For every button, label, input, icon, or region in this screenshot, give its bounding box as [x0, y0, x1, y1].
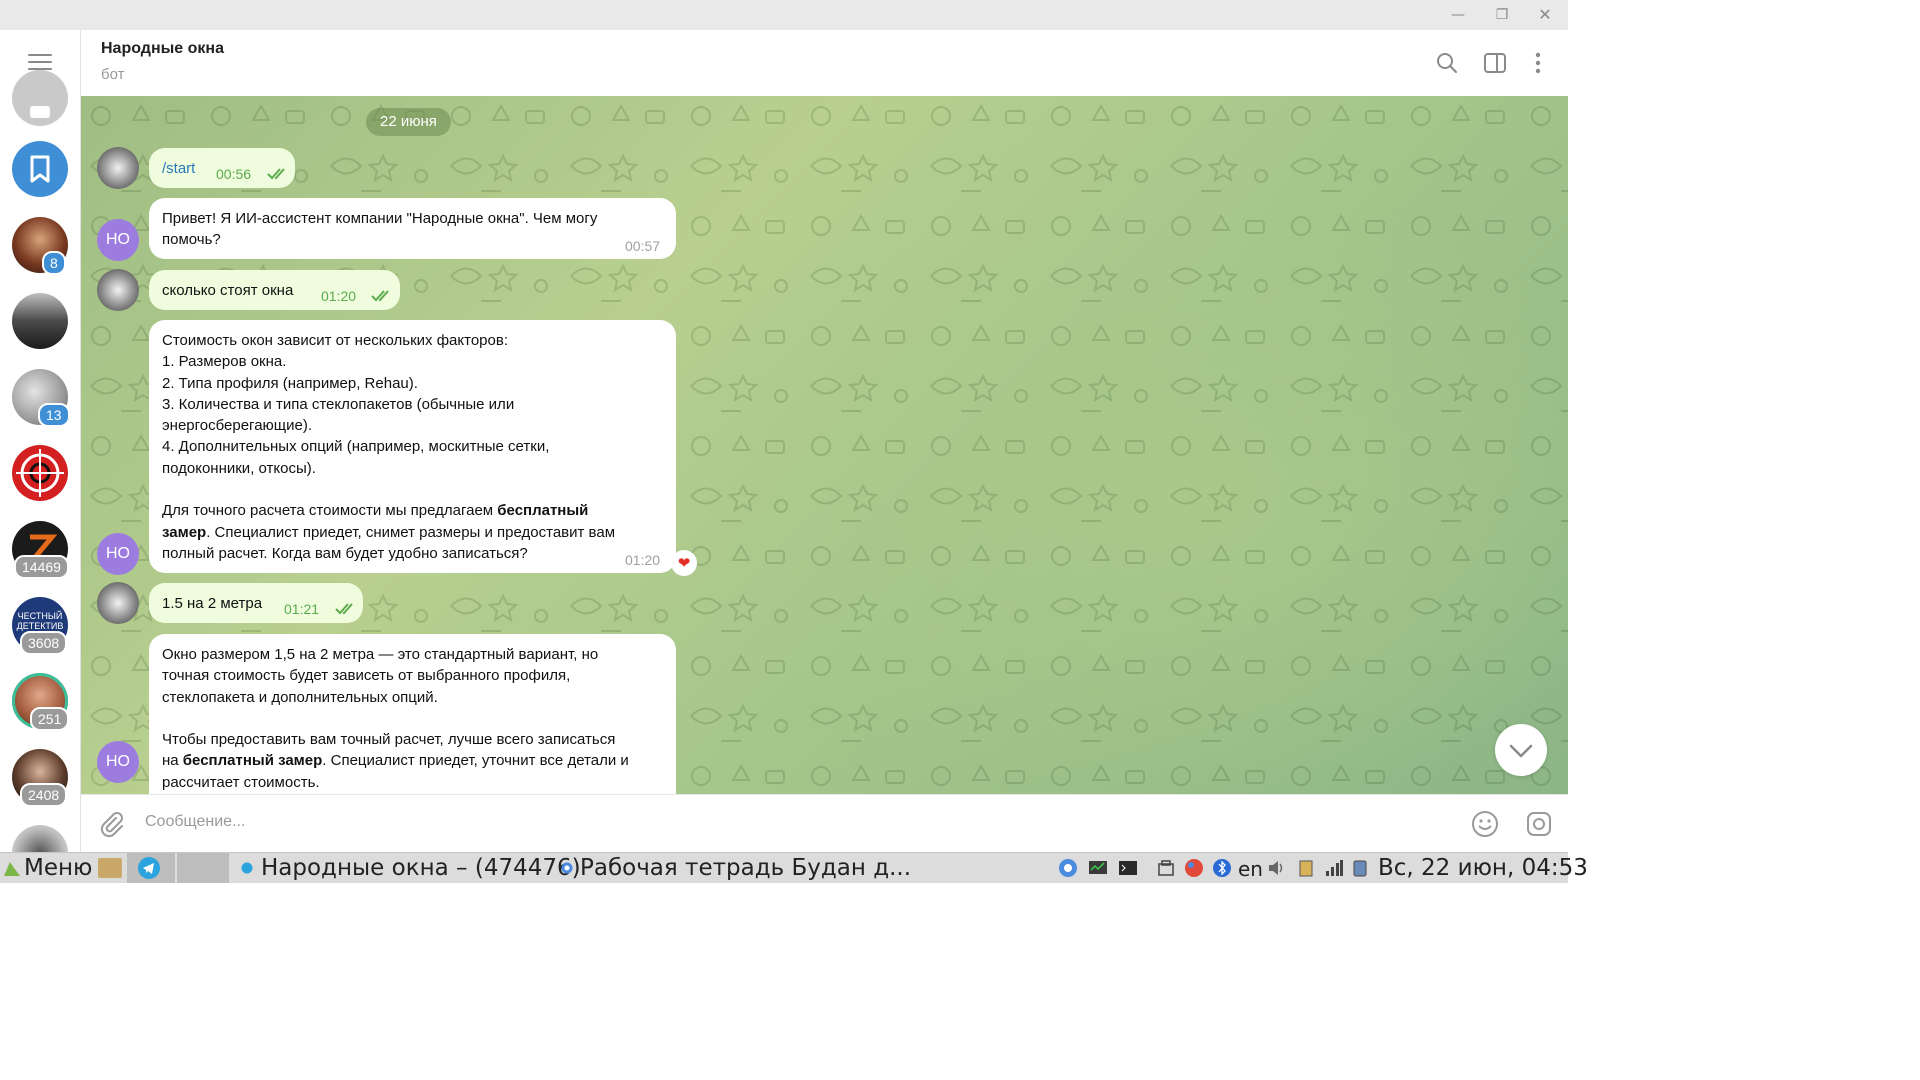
bot-avatar[interactable]: НО	[97, 219, 139, 261]
battery-icon[interactable]	[1350, 858, 1370, 878]
volume-icon[interactable]	[1266, 858, 1286, 878]
bot-avatar[interactable]: НО	[97, 533, 139, 575]
clipboard-icon[interactable]	[1296, 858, 1316, 878]
menu-icon[interactable]	[28, 54, 52, 70]
read-checkmarks-icon	[267, 168, 285, 180]
message-text[interactable]: Привет! Я ИИ-ассистент компании "Народны…	[162, 208, 597, 251]
sidebar-chat-saved-messages[interactable]	[12, 141, 68, 197]
message-time: 01:20	[625, 552, 661, 568]
maximize-icon[interactable]: ❐	[1490, 4, 1514, 26]
message-bubble-outgoing[interactable]: 1.5 на 2 метра 01:21	[149, 583, 363, 623]
message-bubble-outgoing[interactable]: /start 00:56	[149, 148, 295, 188]
target-icon	[16, 449, 64, 497]
more-vertical-icon[interactable]	[1525, 50, 1551, 76]
taskbar-window-browser[interactable]: Рабочая тетрадь Будан д...	[580, 855, 911, 881]
unread-badge: 251	[30, 707, 70, 731]
bot-avatar[interactable]: НО	[97, 741, 139, 783]
telegram-small-icon	[241, 862, 253, 874]
sidebar-chat-9[interactable]	[12, 825, 68, 852]
sidebar-chat-4[interactable]	[12, 445, 68, 501]
user-avatar[interactable]	[97, 269, 139, 311]
chat-title: Народные окна	[101, 40, 224, 57]
read-checkmarks-icon	[371, 290, 389, 302]
message-bubble-incoming[interactable]: Стоимость окон зависит от нескольких фак…	[149, 320, 676, 573]
telegram-icon	[138, 857, 160, 879]
read-checkmarks-icon	[335, 603, 353, 615]
message-text[interactable]: /start	[162, 158, 195, 179]
message-bubble-incoming[interactable]: Окно размером 1,5 на 2 метра — это станд…	[149, 634, 676, 794]
message-area[interactable]: 22 июня /start 00:56 НО Привет! Я ИИ-асс…	[81, 96, 1568, 794]
unread-badge: 3608	[20, 631, 68, 655]
video-message-icon[interactable]	[1524, 809, 1554, 839]
message-input[interactable]: Сообщение...	[145, 813, 245, 831]
chat-header[interactable]: Народные окна бот	[81, 30, 1568, 97]
search-icon[interactable]	[1434, 50, 1460, 76]
close-icon[interactable]: ✕	[1533, 4, 1557, 26]
chat-list-sidebar: 8 13 14469 ЧЕСТНЫЙ ДЕТЕКТИВ 3608 251 240…	[0, 30, 81, 852]
chevron-down-icon	[1509, 744, 1533, 758]
message-text[interactable]: сколько стоят окна	[162, 280, 293, 301]
message-time: 00:57	[625, 238, 661, 254]
clock[interactable]: Вс, 22 июн, 04:53	[1378, 855, 1588, 881]
message-text[interactable]: 1.5 на 2 метра	[162, 593, 262, 614]
network-monitor-icon[interactable]	[1088, 858, 1108, 878]
chat-logo-text: ЧЕСТНЫЙ ДЕТЕКТИВ	[16, 611, 64, 631]
message-time: 01:21	[284, 601, 320, 617]
start-menu-icon	[4, 862, 20, 876]
message-composer: Сообщение...	[81, 794, 1568, 853]
keyboard-layout[interactable]: en	[1238, 857, 1263, 881]
chat-subtitle: бот	[101, 66, 125, 83]
user-avatar[interactable]	[97, 147, 139, 189]
date-separator: 22 июня	[366, 108, 451, 136]
signal-strength-icon[interactable]	[1324, 858, 1344, 878]
scroll-down-button[interactable]	[1495, 724, 1547, 776]
unread-badge: 13	[38, 403, 70, 427]
sidebar-chat-2[interactable]	[12, 293, 68, 349]
browser-small-icon	[561, 862, 573, 874]
bookmark-icon	[30, 155, 50, 183]
bluetooth-icon[interactable]	[1212, 858, 1232, 878]
message-text[interactable]: Окно размером 1,5 на 2 метра — это станд…	[162, 644, 629, 793]
sidebar-toggle-icon[interactable]	[1482, 50, 1508, 76]
message-time: 00:56	[216, 166, 252, 182]
telegram-launcher[interactable]	[127, 853, 175, 883]
terminal-icon[interactable]	[1118, 858, 1138, 878]
emoji-icon[interactable]	[1470, 809, 1500, 839]
file-manager-icon[interactable]	[98, 858, 122, 878]
sidebar-chat-folder[interactable]	[12, 70, 68, 126]
message-bubble-outgoing[interactable]: сколько стоят окна 01:20	[149, 270, 400, 310]
chrome-tray-icon[interactable]	[1058, 858, 1078, 878]
update-notifier-icon[interactable]	[1184, 858, 1204, 878]
start-menu-button[interactable]: Меню	[24, 855, 92, 881]
removable-drive-icon[interactable]	[1156, 858, 1176, 878]
unread-badge: 2408	[20, 783, 68, 807]
workspace-switcher[interactable]	[177, 853, 229, 883]
unread-badge: 14469	[14, 555, 69, 579]
heart-reaction-icon[interactable]: ❤	[671, 550, 697, 576]
message-bubble-incoming[interactable]: Привет! Я ИИ-ассистент компании "Народны…	[149, 198, 676, 259]
message-time: 01:20	[321, 288, 357, 304]
attach-icon[interactable]	[97, 810, 125, 838]
message-text[interactable]: Стоимость окон зависит от нескольких фак…	[162, 330, 615, 564]
user-avatar[interactable]	[97, 582, 139, 624]
os-taskbar: Меню Народные окна – (474476) Рабочая те…	[0, 852, 1588, 883]
unread-badge: 8	[42, 251, 66, 275]
taskbar-window-telegram[interactable]: Народные окна – (474476)	[261, 855, 581, 881]
minimize-icon[interactable]: —	[1446, 4, 1470, 26]
window-titlebar: — ❐ ✕	[0, 0, 1568, 30]
